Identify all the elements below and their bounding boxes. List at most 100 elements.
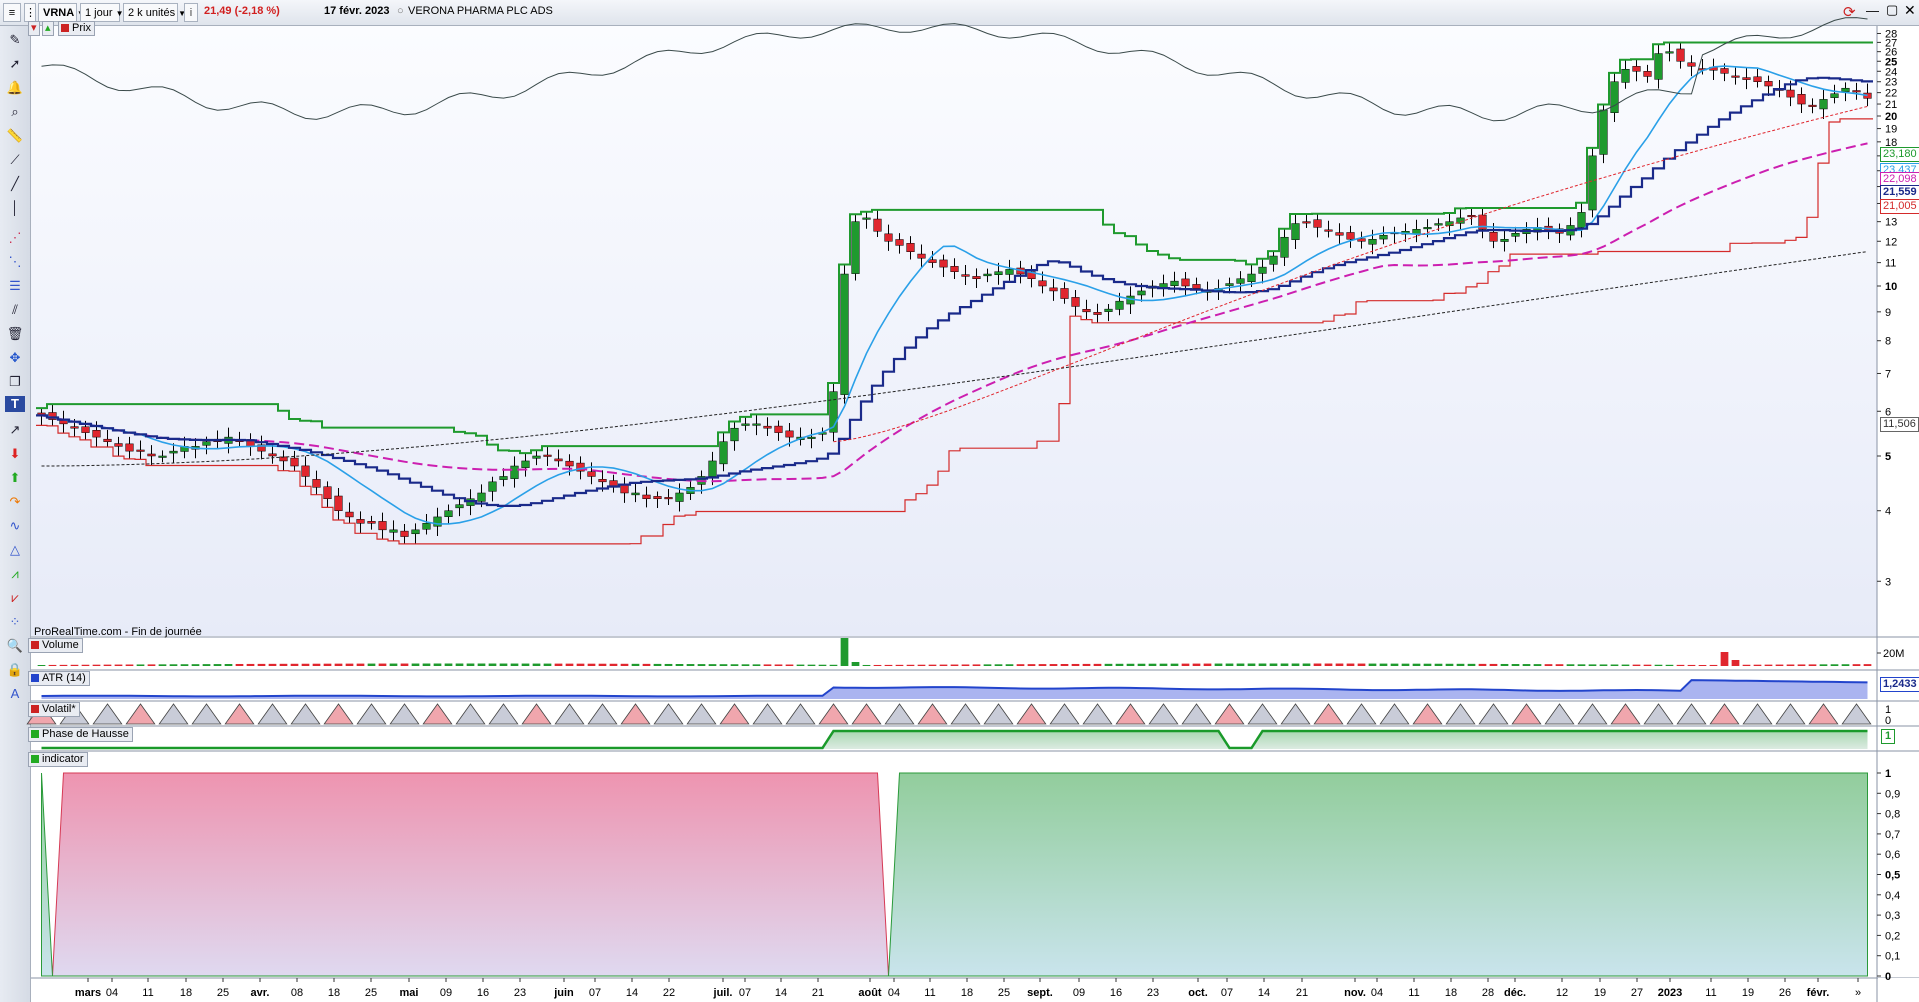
candle-body (114, 443, 123, 447)
volume-bar (191, 664, 200, 666)
volume-bar (829, 664, 838, 666)
price-axis-label: 19 (1885, 124, 1897, 136)
volume-bar (1016, 664, 1025, 666)
volume-bar (1192, 663, 1201, 666)
volume-bar (103, 664, 112, 666)
candle-body (862, 217, 871, 220)
volume-bar (851, 662, 860, 666)
volume-bar (994, 664, 1003, 666)
volatil-panel-tag[interactable]: Volatil* (28, 702, 80, 717)
chart-canvas[interactable]: 2827262524232221201918171615141312111098… (0, 0, 1919, 1002)
volume-bar (246, 663, 255, 666)
volume-bar (1203, 663, 1212, 666)
volume-bar (873, 664, 882, 666)
candle-body (334, 495, 343, 511)
candle-body (895, 239, 904, 246)
volume-bar (400, 663, 409, 666)
volume-bar (136, 664, 145, 666)
volume-bar (1148, 663, 1157, 666)
volume-bar (1445, 663, 1454, 666)
volume-bar (598, 663, 607, 666)
candle-body (1170, 280, 1179, 286)
candle-body (125, 443, 134, 452)
volume-bar (1577, 664, 1586, 666)
panel-collapse-button[interactable]: ▾ (28, 21, 40, 36)
volume-bar (411, 663, 420, 666)
volume-bar (1665, 664, 1674, 666)
indicator-axis-label: 0,3 (1885, 910, 1900, 922)
candle-body (1665, 51, 1674, 54)
volume-bar (1258, 663, 1267, 666)
candle-body (939, 259, 948, 268)
candle-body (499, 476, 508, 480)
x-axis-label: 04 (106, 987, 118, 999)
volume-bar (1720, 652, 1729, 666)
indicator-axis-label: 0,2 (1885, 930, 1900, 942)
candle-body (444, 510, 453, 517)
price-panel-tag[interactable]: Prix (58, 21, 95, 36)
candle-body (1731, 75, 1740, 78)
panel-expand-button[interactable]: ▴ (42, 21, 54, 36)
volume-bar (532, 663, 541, 666)
volume-bar (213, 664, 222, 666)
volume-bar (1225, 663, 1234, 666)
volume-bar (510, 663, 519, 666)
volume-bar (1093, 663, 1102, 666)
candle-body (587, 471, 596, 477)
atr-panel-tag[interactable]: ATR (14) (28, 671, 90, 686)
volume-bar (763, 664, 772, 666)
volume-bar (202, 664, 211, 666)
volume-bar (235, 663, 244, 666)
volume-bar (587, 663, 596, 666)
volume-bar (554, 663, 563, 666)
volume-bar (1335, 663, 1344, 666)
volume-bar (290, 663, 299, 666)
volume-bar (268, 663, 277, 666)
volume-bar (1786, 664, 1795, 666)
x-axis-label: 11 (142, 987, 153, 999)
candle-body (1346, 232, 1355, 240)
x-axis-label: 18 (961, 987, 973, 999)
candle-body (631, 492, 640, 496)
volume-bar (620, 663, 629, 666)
volume-bar (631, 663, 640, 666)
price-tag-navy: 21,559 (1880, 185, 1919, 200)
volume-bar (1291, 663, 1300, 666)
color-swatch (31, 755, 39, 763)
indicator-panel-tag[interactable]: indicator (28, 752, 88, 767)
volume-bar (543, 663, 552, 666)
x-axis-label: sept. (1027, 987, 1053, 999)
indicator-axis-label: 0,8 (1885, 809, 1900, 821)
price-axis-label: 9 (1885, 307, 1891, 319)
x-axis-label: 18 (180, 987, 192, 999)
x-axis-label: 23 (514, 987, 526, 999)
candle-body (1819, 99, 1828, 110)
color-swatch (61, 24, 69, 32)
volume-bar (961, 664, 970, 666)
indicator-axis-label: 0,5 (1885, 870, 1900, 882)
candle-body (345, 511, 354, 518)
candle-body (532, 455, 541, 459)
volume-bar (1555, 664, 1564, 666)
candle-body (675, 492, 684, 502)
candle-body (565, 460, 574, 467)
volume-bar (686, 664, 695, 666)
candle-body (1643, 71, 1652, 77)
x-axis-label: 27 (1631, 987, 1643, 999)
candle-body (554, 458, 563, 462)
volume-bar (1467, 663, 1476, 666)
candle-body (708, 460, 717, 477)
candle-body (1808, 104, 1817, 107)
color-swatch (31, 641, 39, 649)
volume-bar (1797, 664, 1806, 666)
phase-panel-tag[interactable]: Phase de Hausse (28, 727, 133, 742)
price-axis-label: 22 (1885, 88, 1897, 100)
x-axis-label: juil. (713, 987, 733, 999)
candle-body (972, 276, 981, 279)
volume-bar (147, 664, 156, 666)
volume-bar (884, 664, 893, 666)
volume-panel-tag[interactable]: Volume (28, 638, 83, 653)
volume-bar (301, 663, 310, 666)
candle-body (928, 259, 937, 263)
volume-bar (1181, 663, 1190, 666)
